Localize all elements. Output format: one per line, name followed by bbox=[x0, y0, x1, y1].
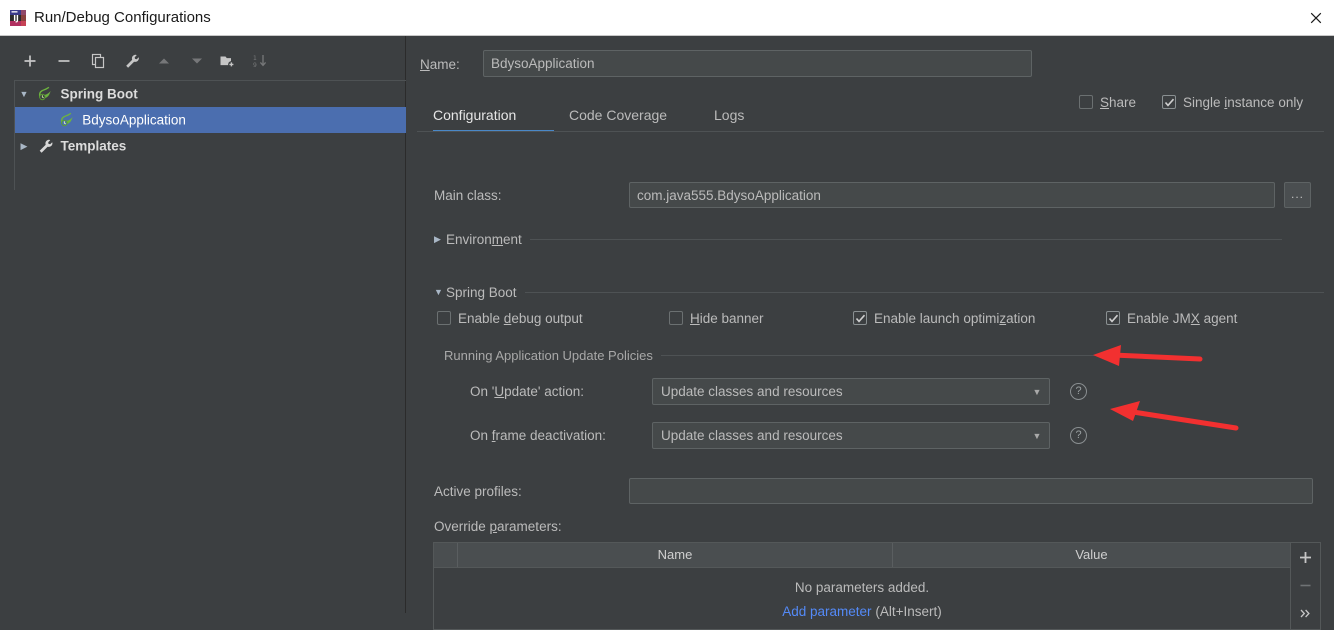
editor-tabs: Configuration Code Coverage Logs bbox=[417, 100, 1324, 132]
chevron-right-icon[interactable]: ▶ bbox=[15, 133, 33, 159]
spring-boot-section-header[interactable]: ▼ Spring Boot bbox=[434, 283, 1324, 301]
table-gutter-column bbox=[434, 543, 458, 567]
enable-debug-output-label: Enable debug output bbox=[458, 310, 583, 326]
enable-jmx-agent-checkbox[interactable]: Enable JMX agent bbox=[1106, 309, 1237, 327]
on-update-action-dropdown[interactable]: Update classes and resources ▼ bbox=[652, 378, 1050, 405]
add-parameter-shortcut: (Alt+Insert) bbox=[875, 604, 942, 619]
name-label: Name: bbox=[420, 57, 460, 72]
add-parameter-row: Add parameter (Alt+Insert) bbox=[434, 604, 1290, 619]
update-policies-title: Running Application Update Policies bbox=[444, 347, 653, 363]
on-frame-deactivation-value: Update classes and resources bbox=[661, 428, 843, 443]
active-profiles-input[interactable] bbox=[629, 478, 1313, 504]
on-update-action-label: On 'Update' action: bbox=[470, 384, 584, 399]
tab-logs[interactable]: Logs bbox=[714, 100, 744, 130]
name-input[interactable] bbox=[483, 50, 1032, 77]
chevron-down-icon[interactable]: ▼ bbox=[15, 81, 33, 107]
on-frame-deactivation-label: On frame deactivation: bbox=[470, 428, 606, 443]
add-configuration-button[interactable] bbox=[16, 47, 44, 75]
configuration-editor-panel: Name: Share Single instance only Configu… bbox=[407, 36, 1334, 630]
main-class-label: Main class: bbox=[434, 188, 502, 203]
tree-toolbar: 1 9 bbox=[0, 44, 406, 78]
chevron-down-icon[interactable]: ▼ bbox=[1025, 387, 1049, 397]
hide-banner-checkbox[interactable]: Hide banner bbox=[669, 309, 764, 327]
tree-item-templates[interactable]: ▶ Templates bbox=[15, 133, 406, 159]
remove-configuration-button[interactable] bbox=[50, 47, 78, 75]
tab-code-coverage[interactable]: Code Coverage bbox=[569, 100, 667, 130]
section-separator-line bbox=[529, 238, 1282, 240]
tree-item-spring-boot[interactable]: ▼ Spring Boot bbox=[15, 81, 406, 107]
svg-text:IJ: IJ bbox=[13, 14, 19, 23]
tree-item-label: Spring Boot bbox=[60, 86, 138, 102]
active-profiles-label: Active profiles: bbox=[434, 484, 522, 499]
enable-launch-optimization-label: Enable launch optimization bbox=[874, 310, 1036, 326]
spring-boot-section-label: Spring Boot bbox=[446, 284, 517, 300]
configurations-tree-panel: 1 9 ▼ Spring Boot BdysoApplication ▶ Tem… bbox=[0, 36, 406, 613]
empty-state-text: No parameters added. bbox=[794, 580, 930, 595]
window-title-bar: IJ Run/Debug Configurations bbox=[0, 0, 1334, 36]
checkbox-box bbox=[437, 311, 451, 325]
environment-section-header[interactable]: ▶ Environment bbox=[434, 230, 1324, 248]
checkbox-box bbox=[669, 311, 683, 325]
chevron-right-icon[interactable]: ▶ bbox=[434, 234, 446, 245]
chevron-down-icon[interactable]: ▼ bbox=[1025, 431, 1049, 441]
intellij-idea-icon: IJ bbox=[8, 8, 28, 28]
svg-text:1: 1 bbox=[253, 55, 257, 62]
tree-item-label: Templates bbox=[60, 138, 127, 154]
folder-add-icon[interactable] bbox=[213, 47, 241, 75]
update-policies-section-header: Running Application Update Policies bbox=[444, 346, 1324, 364]
on-frame-deactivation-help-icon[interactable]: ? bbox=[1070, 427, 1087, 444]
window-title: Run/Debug Configurations bbox=[34, 9, 211, 26]
enable-debug-output-checkbox[interactable]: Enable debug output bbox=[437, 309, 583, 327]
wrench-icon[interactable] bbox=[118, 47, 146, 75]
tab-configuration[interactable]: Configuration bbox=[433, 100, 516, 130]
checkbox-box bbox=[853, 311, 867, 325]
environment-section-label: Environment bbox=[446, 231, 522, 247]
table-header-row: Name Value bbox=[434, 543, 1290, 568]
close-icon[interactable] bbox=[1302, 4, 1330, 32]
table-header-value[interactable]: Value bbox=[893, 543, 1290, 567]
override-parameters-label: Override parameters: bbox=[434, 519, 562, 534]
chevron-down-icon[interactable]: ▼ bbox=[434, 287, 446, 297]
arrow-up-icon[interactable] bbox=[150, 47, 178, 75]
table-body: No parameters added. Add parameter (Alt+… bbox=[434, 568, 1290, 629]
checkbox-box bbox=[1106, 311, 1120, 325]
override-parameters-table: Name Value No parameters added. Add para… bbox=[433, 542, 1291, 630]
hide-banner-label: Hide banner bbox=[690, 310, 764, 326]
override-parameters-side-toolbar bbox=[1291, 542, 1321, 630]
svg-text:9: 9 bbox=[253, 62, 257, 69]
table-header-name[interactable]: Name bbox=[458, 543, 893, 567]
arrow-down-icon[interactable] bbox=[183, 47, 211, 75]
on-update-action-value: Update classes and resources bbox=[661, 384, 843, 399]
on-frame-deactivation-dropdown[interactable]: Update classes and resources ▼ bbox=[652, 422, 1050, 449]
enable-launch-optimization-checkbox[interactable]: Enable launch optimization bbox=[853, 309, 1035, 327]
copy-icon[interactable] bbox=[84, 47, 112, 75]
tree-item-bdysoapplication[interactable]: BdysoApplication bbox=[15, 107, 406, 133]
spring-boot-icon bbox=[59, 111, 79, 127]
add-parameter-link[interactable]: Add parameter bbox=[782, 604, 871, 619]
tabs-separator bbox=[417, 131, 1324, 132]
add-parameter-button[interactable] bbox=[1291, 543, 1320, 571]
enable-jmx-agent-label: Enable JMX agent bbox=[1127, 310, 1238, 326]
chevron-double-right-icon[interactable] bbox=[1291, 599, 1320, 627]
section-separator-line bbox=[524, 291, 1324, 293]
tree-item-label: BdysoApplication bbox=[82, 112, 186, 128]
main-class-browse-button[interactable]: ... bbox=[1284, 182, 1311, 208]
section-separator-line bbox=[660, 354, 1104, 356]
wrench-icon bbox=[37, 137, 57, 154]
configurations-tree[interactable]: ▼ Spring Boot BdysoApplication ▶ Templat… bbox=[14, 80, 406, 190]
remove-parameter-button[interactable] bbox=[1291, 571, 1320, 599]
spring-boot-icon bbox=[37, 85, 57, 101]
on-update-action-help-icon[interactable]: ? bbox=[1070, 383, 1087, 400]
sort-icon[interactable]: 1 9 bbox=[246, 47, 274, 75]
main-class-input[interactable] bbox=[629, 182, 1275, 208]
